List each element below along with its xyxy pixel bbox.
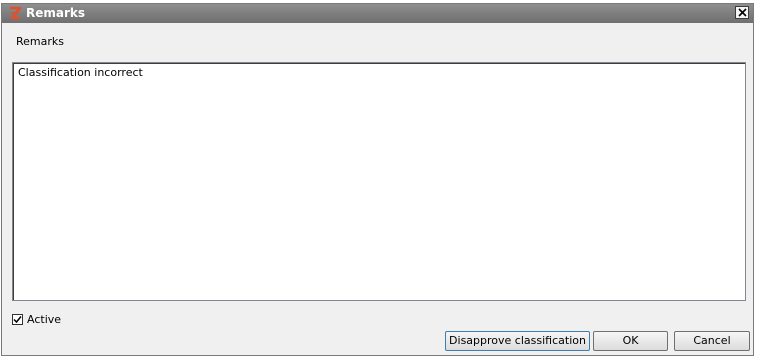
remarks-label: Remarks bbox=[16, 35, 64, 48]
remarks-textarea[interactable]: Classification incorrect bbox=[12, 62, 746, 301]
dialog-title: Remarks bbox=[26, 6, 86, 20]
active-label: Active bbox=[27, 312, 62, 326]
ok-button[interactable]: OK bbox=[593, 331, 668, 351]
cancel-button[interactable]: Cancel bbox=[674, 331, 750, 351]
close-icon bbox=[738, 8, 747, 17]
disapprove-classification-button[interactable]: Disapprove classification bbox=[445, 331, 590, 351]
app-logo-icon bbox=[8, 6, 22, 21]
checkmark-icon bbox=[13, 315, 22, 323]
active-checkbox[interactable] bbox=[12, 313, 23, 325]
active-checkbox-row[interactable]: Active bbox=[12, 312, 61, 326]
dialog-titlebar[interactable]: Remarks bbox=[2, 4, 753, 23]
close-button[interactable] bbox=[735, 6, 749, 19]
remarks-dialog: Remarks Remarks Classification incorrect… bbox=[1, 3, 754, 356]
